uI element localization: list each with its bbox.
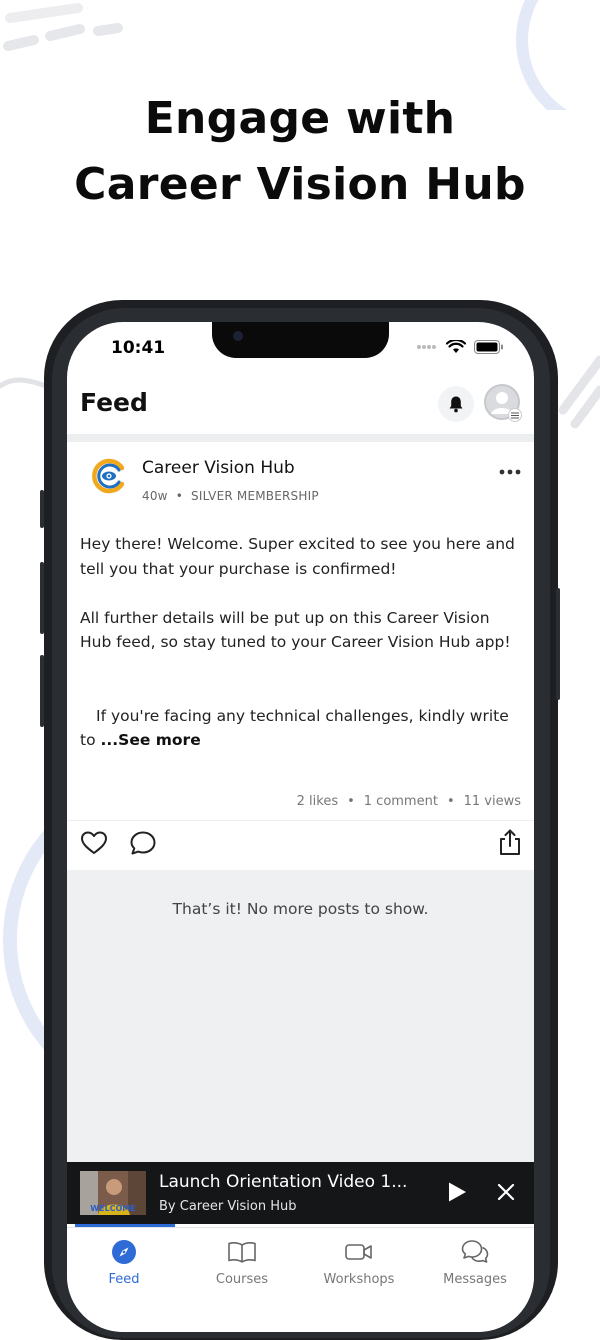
feed-end-area: That’s it! No more posts to show. bbox=[67, 870, 534, 1162]
mini-player-byline: By Career Vision Hub bbox=[159, 1199, 297, 1214]
career-vision-hub-logo-icon[interactable] bbox=[89, 456, 129, 496]
tab-courses[interactable]: Courses bbox=[187, 1238, 297, 1287]
share-button[interactable] bbox=[498, 828, 522, 860]
tab-label: Feed bbox=[108, 1272, 140, 1287]
signal-dots-icon bbox=[417, 345, 436, 349]
book-icon bbox=[228, 1242, 256, 1263]
menu-lines-icon bbox=[508, 408, 522, 422]
post-paragraph-3: If you're facing any technical challenge… bbox=[80, 704, 520, 753]
tab-feed[interactable]: Feed bbox=[69, 1238, 179, 1287]
more-dots-icon bbox=[499, 469, 521, 475]
post-paragraph-2: All further details will be put up on th… bbox=[80, 608, 511, 652]
likes-count[interactable]: 2 likes bbox=[297, 794, 338, 809]
camera-notch bbox=[212, 322, 389, 358]
comment-button[interactable] bbox=[129, 830, 157, 860]
decorative-lines-right bbox=[558, 355, 600, 429]
close-icon bbox=[497, 1183, 515, 1201]
phone-action-button bbox=[40, 490, 44, 528]
post-stats: 2 likes • 1 comment • 11 views bbox=[297, 794, 521, 809]
status-icons bbox=[416, 340, 504, 354]
bell-icon bbox=[449, 396, 463, 413]
mini-player-title[interactable]: Launch Orientation Video 1... bbox=[159, 1172, 407, 1192]
tab-workshops[interactable]: Workshops bbox=[304, 1238, 414, 1287]
status-time: 10:41 bbox=[111, 338, 166, 358]
post-age: 40w bbox=[142, 489, 168, 503]
phone-power-button bbox=[556, 588, 560, 700]
post-body: Hey there! Welcome. Super excited to see… bbox=[80, 532, 520, 753]
views-count: 11 views bbox=[463, 794, 521, 809]
notifications-button[interactable] bbox=[438, 386, 474, 422]
like-button[interactable] bbox=[80, 830, 108, 860]
wifi-icon bbox=[446, 340, 466, 353]
promo-headline: Engage with Career Vision Hub bbox=[0, 86, 600, 218]
phone-volume-up-button bbox=[40, 562, 44, 634]
stats-separator: • bbox=[446, 794, 455, 809]
comments-count[interactable]: 1 comment bbox=[364, 794, 438, 809]
share-icon bbox=[500, 829, 520, 855]
tab-messages[interactable]: Messages bbox=[420, 1238, 530, 1287]
thumb-caption: WELCOME bbox=[90, 1204, 135, 1213]
heart-icon bbox=[81, 831, 107, 854]
video-camera-icon bbox=[345, 1244, 372, 1260]
decorative-dashes bbox=[3, 3, 123, 51]
header-divider bbox=[67, 434, 534, 442]
mini-player[interactable]: WELCOME Launch Orientation Video 1... By… bbox=[67, 1162, 534, 1224]
tab-label: Courses bbox=[215, 1272, 269, 1287]
post-author[interactable]: Career Vision Hub bbox=[142, 458, 295, 478]
actions-divider bbox=[67, 820, 534, 821]
close-player-button[interactable] bbox=[497, 1183, 515, 1205]
post-meta: 40w • SILVER MEMBERSHIP bbox=[142, 489, 319, 503]
play-icon bbox=[449, 1182, 466, 1202]
video-thumbnail-image: WELCOME bbox=[80, 1171, 146, 1215]
page-title: Feed bbox=[80, 388, 148, 417]
phone-screen: 10:41 Feed Career Vision Hub 40w • SILVE… bbox=[67, 322, 534, 1332]
membership-badge: SILVER MEMBERSHIP bbox=[191, 489, 319, 503]
bottom-tab-bar: Feed Courses Workshops Messages bbox=[67, 1227, 534, 1332]
feed-end-message: That’s it! No more posts to show. bbox=[172, 900, 429, 918]
compass-icon bbox=[112, 1240, 136, 1264]
post-paragraph-1: Hey there! Welcome. Super excited to see… bbox=[80, 535, 515, 578]
chat-bubbles-icon bbox=[461, 1240, 489, 1263]
stats-separator: • bbox=[347, 794, 355, 809]
battery-icon bbox=[474, 340, 503, 354]
tab-label: Workshops bbox=[323, 1272, 395, 1287]
post-options-button[interactable] bbox=[499, 456, 521, 480]
comment-bubble-icon bbox=[130, 831, 156, 855]
play-button[interactable] bbox=[447, 1181, 467, 1207]
phone-volume-down-button bbox=[40, 655, 44, 727]
video-thumbnail[interactable]: WELCOME bbox=[80, 1171, 146, 1215]
headline-line-1: Engage with bbox=[144, 93, 456, 144]
see-more-link[interactable]: ...See more bbox=[101, 731, 201, 749]
headline-line-2: Career Vision Hub bbox=[74, 159, 526, 210]
front-camera-icon bbox=[233, 331, 243, 341]
profile-button[interactable] bbox=[484, 384, 522, 422]
app-header: Feed bbox=[67, 378, 534, 434]
meta-separator: • bbox=[171, 489, 192, 503]
tab-label: Messages bbox=[443, 1272, 507, 1287]
decorative-squiggle bbox=[0, 377, 49, 389]
